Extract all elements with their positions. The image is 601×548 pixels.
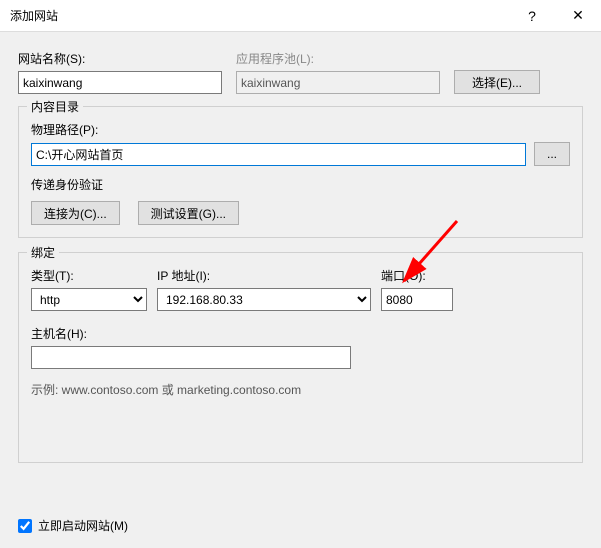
close-button[interactable]: ✕ [555, 0, 601, 32]
site-name-input[interactable] [18, 71, 222, 94]
start-now-checkbox[interactable] [18, 519, 32, 533]
binding-legend: 绑定 [27, 244, 59, 261]
physical-path-label: 物理路径(P): [31, 123, 98, 137]
help-button[interactable]: ? [509, 0, 555, 32]
footer: 立即启动网站(M) [18, 517, 128, 534]
site-name-label: 网站名称(S): [18, 50, 222, 67]
host-name-input[interactable] [31, 346, 351, 369]
binding-port-label: 端口(O): [381, 267, 453, 284]
content-directory-legend: 内容目录 [27, 98, 83, 115]
binding-ip-label: IP 地址(I): [157, 267, 371, 284]
binding-type-label: 类型(T): [31, 267, 147, 284]
dialog-content: 网站名称(S): 应用程序池(L): 选择(E)... 内容目录 物理路径(P)… [0, 32, 601, 463]
app-pool-label: 应用程序池(L): [236, 50, 440, 67]
content-directory-group: 内容目录 物理路径(P): ... 传递身份验证 连接为(C)... 测试设置(… [18, 106, 583, 238]
pass-auth-label: 传递身份验证 [31, 176, 570, 193]
physical-path-input[interactable] [31, 143, 526, 166]
app-pool-input [236, 71, 440, 94]
binding-ip-select[interactable]: 192.168.80.33 [157, 288, 371, 311]
title-bar: 添加网站 ? ✕ [0, 0, 601, 32]
test-settings-button[interactable]: 测试设置(G)... [138, 201, 239, 225]
start-now-label: 立即启动网站(M) [38, 517, 128, 534]
binding-type-select[interactable]: http [31, 288, 147, 311]
connect-as-button[interactable]: 连接为(C)... [31, 201, 120, 225]
host-name-example: 示例: www.contoso.com 或 marketing.contoso.… [31, 381, 570, 398]
dialog-title: 添加网站 [10, 7, 509, 24]
binding-port-input[interactable] [381, 288, 453, 311]
browse-path-button[interactable]: ... [534, 142, 570, 166]
binding-group: 绑定 类型(T): http IP 地址(I): 192.168.80.33 端… [18, 252, 583, 463]
host-name-label: 主机名(H): [31, 325, 570, 342]
select-app-pool-button[interactable]: 选择(E)... [454, 70, 540, 94]
